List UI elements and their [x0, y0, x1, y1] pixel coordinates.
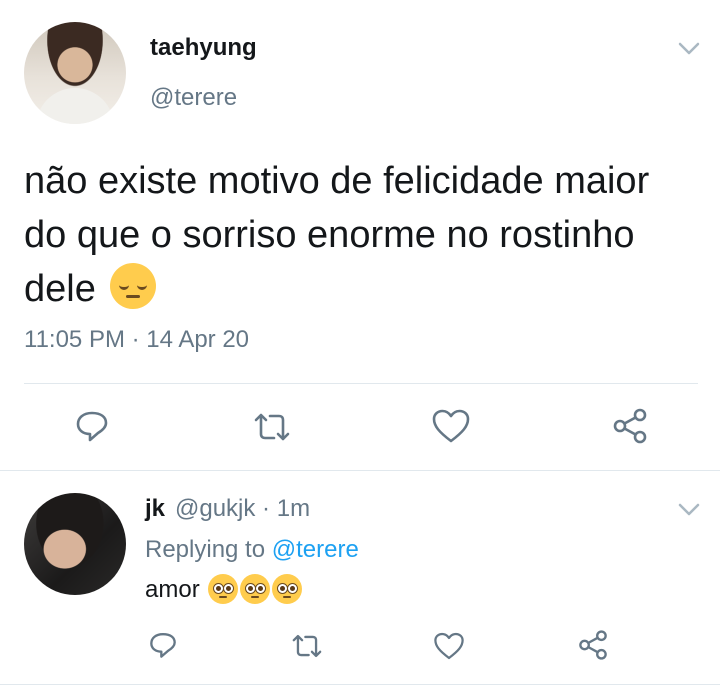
divider — [24, 383, 698, 384]
tweet-date: 14 Apr 20 — [146, 326, 250, 353]
tweet-time: 11:05 PM — [24, 326, 125, 353]
tweet-text: não existe motivo de felicidade maior do… — [24, 154, 684, 316]
reply-like-button[interactable] — [433, 631, 465, 661]
like-button[interactable] — [431, 408, 471, 444]
reply-text: amor — [145, 574, 303, 604]
display-name[interactable]: taehyung — [150, 34, 257, 62]
share-icon — [579, 630, 607, 660]
avatar[interactable] — [24, 22, 126, 124]
tweet-separator — [0, 470, 720, 471]
user-handle[interactable]: @terere — [150, 84, 237, 112]
pleading-face-icon — [272, 574, 303, 604]
retweet-button[interactable] — [252, 410, 292, 444]
chevron-down-icon[interactable] — [678, 42, 700, 56]
reply-reply-button[interactable] — [148, 630, 178, 660]
like-icon — [434, 632, 464, 660]
reply-display-name[interactable]: jk — [145, 495, 165, 523]
reply-share-button[interactable] — [577, 629, 609, 661]
retweet-icon — [254, 413, 290, 441]
like-icon — [432, 409, 470, 443]
reply-avatar[interactable] — [24, 493, 126, 595]
reply-button[interactable] — [74, 408, 110, 444]
pensive-face-icon — [110, 263, 157, 309]
bottom-divider — [0, 684, 720, 685]
main-tweet: taehyung @terere não existe motivo de fe… — [0, 0, 720, 470]
tweet-timestamp: 11:05 PM · 14 Apr 20 — [24, 326, 249, 354]
meta-separator: · — [124, 326, 147, 353]
share-icon — [613, 408, 647, 444]
pleading-face-icon — [240, 574, 271, 604]
share-button[interactable] — [611, 407, 649, 445]
replying-to-link[interactable]: @terere — [272, 536, 359, 563]
replying-to: Replying to @terere — [145, 536, 359, 564]
reply-handle[interactable]: @gukjk — [175, 495, 255, 522]
reply-body: amor — [145, 576, 200, 603]
retweet-icon — [292, 634, 322, 658]
chevron-down-icon[interactable] — [678, 503, 700, 517]
reply-handle-line: @gukjk · 1m — [175, 495, 310, 523]
pleading-face-icon — [208, 574, 239, 604]
replying-prefix: Replying to — [145, 536, 272, 563]
reply-retweet-button[interactable] — [290, 632, 324, 660]
reply-icon — [150, 633, 176, 658]
reply-dot: · — [255, 495, 277, 522]
reply-icon — [76, 411, 108, 442]
reply-age: 1m — [276, 495, 311, 522]
